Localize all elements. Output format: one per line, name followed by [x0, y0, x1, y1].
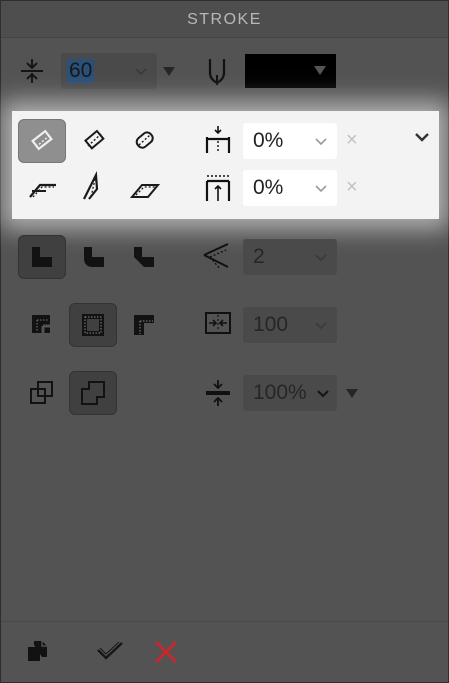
scale-width-icon: [204, 311, 232, 337]
remove-end-offset-icon[interactable]: ×: [346, 176, 358, 199]
stroke-inside-corner-button[interactable]: [120, 303, 168, 347]
footer-divider: [1, 621, 448, 622]
cap-round-button[interactable]: [67, 165, 115, 209]
stroke-panel: STROKE 60 0% × 0% × 2 100 100%: [0, 0, 449, 683]
scale-value: 100: [253, 313, 289, 336]
dropdown-arrow-icon[interactable]: [346, 389, 358, 398]
stroke-weight-icon: [19, 57, 45, 85]
brush-tip-icon: [205, 57, 229, 87]
stroke-width-percent-value: 100%: [253, 381, 307, 404]
remove-start-offset-icon[interactable]: ×: [346, 129, 358, 152]
stroke-width-percent-icon: [204, 379, 232, 407]
stroke-width-percent-field[interactable]: 100%: [243, 375, 337, 411]
chevron-down-icon[interactable]: [313, 178, 329, 202]
overlap-behind-button[interactable]: [18, 371, 66, 415]
corner-round-button[interactable]: [70, 235, 118, 279]
stroke-weight-field[interactable]: 60: [61, 53, 157, 89]
align-outside-button[interactable]: [120, 119, 168, 163]
stroke-outside-corner-button[interactable]: [18, 303, 66, 347]
end-offset-icon: [204, 173, 232, 203]
end-offset-field[interactable]: 0%: [243, 170, 337, 206]
copy-icon[interactable]: [26, 639, 50, 663]
miter-limit-icon: [202, 241, 232, 271]
corner-square-button[interactable]: [18, 235, 66, 279]
chevron-down-icon[interactable]: [313, 131, 329, 155]
align-center-button[interactable]: [70, 119, 118, 163]
start-offset-field[interactable]: 0%: [243, 123, 337, 159]
overlap-front-button[interactable]: [69, 371, 117, 415]
stroke-weight-value: 60: [67, 59, 95, 83]
stroke-color-swatch[interactable]: [245, 54, 336, 88]
chevron-down-icon[interactable]: [313, 315, 329, 339]
miter-limit-value: 2: [253, 245, 265, 268]
chevron-down-icon[interactable]: [133, 61, 149, 85]
chevron-down-icon[interactable]: [313, 247, 329, 271]
stroke-center-corner-button[interactable]: [69, 303, 117, 347]
cancel-icon[interactable]: [153, 639, 179, 665]
checkmark-icon[interactable]: [95, 639, 125, 663]
dropdown-arrow-icon[interactable]: [163, 67, 175, 76]
miter-limit-field[interactable]: 2: [243, 239, 337, 275]
chevron-down-icon[interactable]: [315, 383, 331, 407]
panel-title: STROKE: [1, 1, 448, 38]
scale-field[interactable]: 100: [243, 307, 337, 343]
cap-butt-button[interactable]: [18, 167, 66, 211]
collapse-chevron-icon[interactable]: [413, 128, 431, 146]
swatch-dropdown-icon[interactable]: [314, 66, 326, 75]
start-offset-value: 0%: [253, 129, 284, 152]
align-inside-button[interactable]: [18, 119, 66, 163]
start-offset-icon: [204, 125, 232, 155]
cap-square-button[interactable]: [120, 167, 168, 211]
corner-bevel-button[interactable]: [120, 235, 168, 279]
end-offset-value: 0%: [253, 176, 284, 199]
